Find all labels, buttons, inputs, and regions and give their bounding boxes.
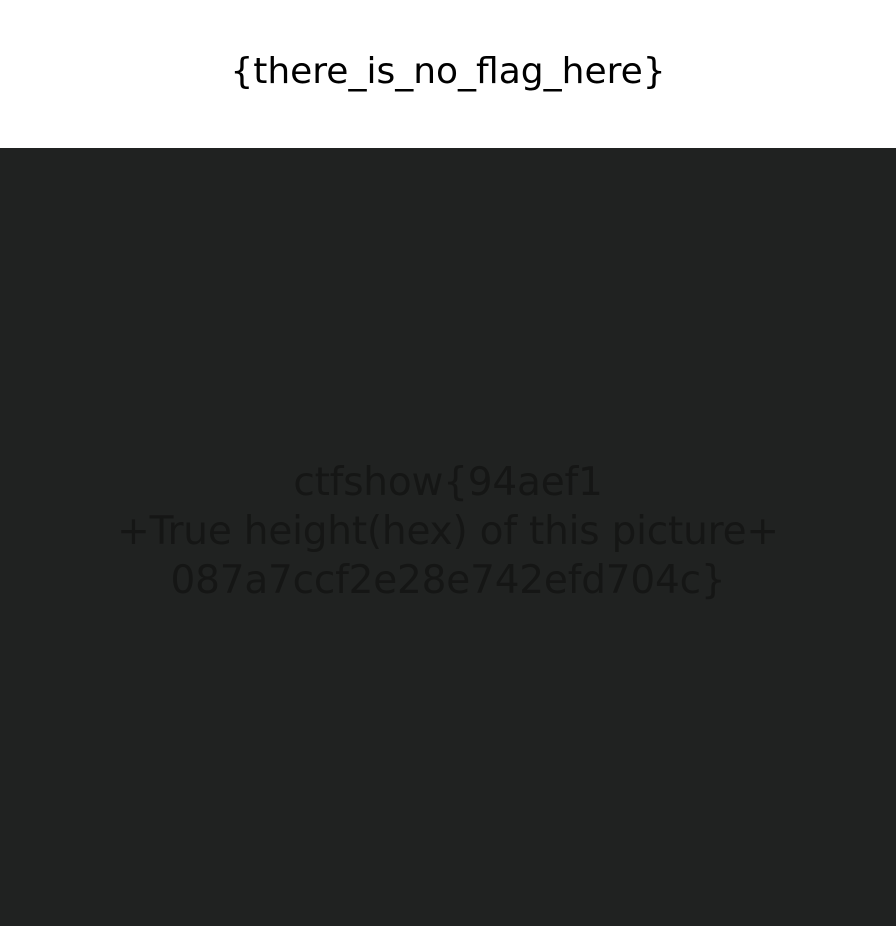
hidden-message-line-3: 087a7ccf2e28e742efd704c}: [170, 558, 726, 603]
banner-text: {there_is_no_flag_here}: [230, 51, 666, 92]
hidden-message-line-2: +True height(hex) of this picture+: [117, 509, 779, 554]
white-banner: {there_is_no_flag_here}: [0, 0, 896, 148]
image-canvas: {there_is_no_flag_here} ctfshow{94aef1 +…: [0, 0, 896, 926]
hidden-message: ctfshow{94aef1 +True height(hex) of this…: [0, 458, 896, 605]
hidden-message-line-1: ctfshow{94aef1: [293, 460, 603, 505]
